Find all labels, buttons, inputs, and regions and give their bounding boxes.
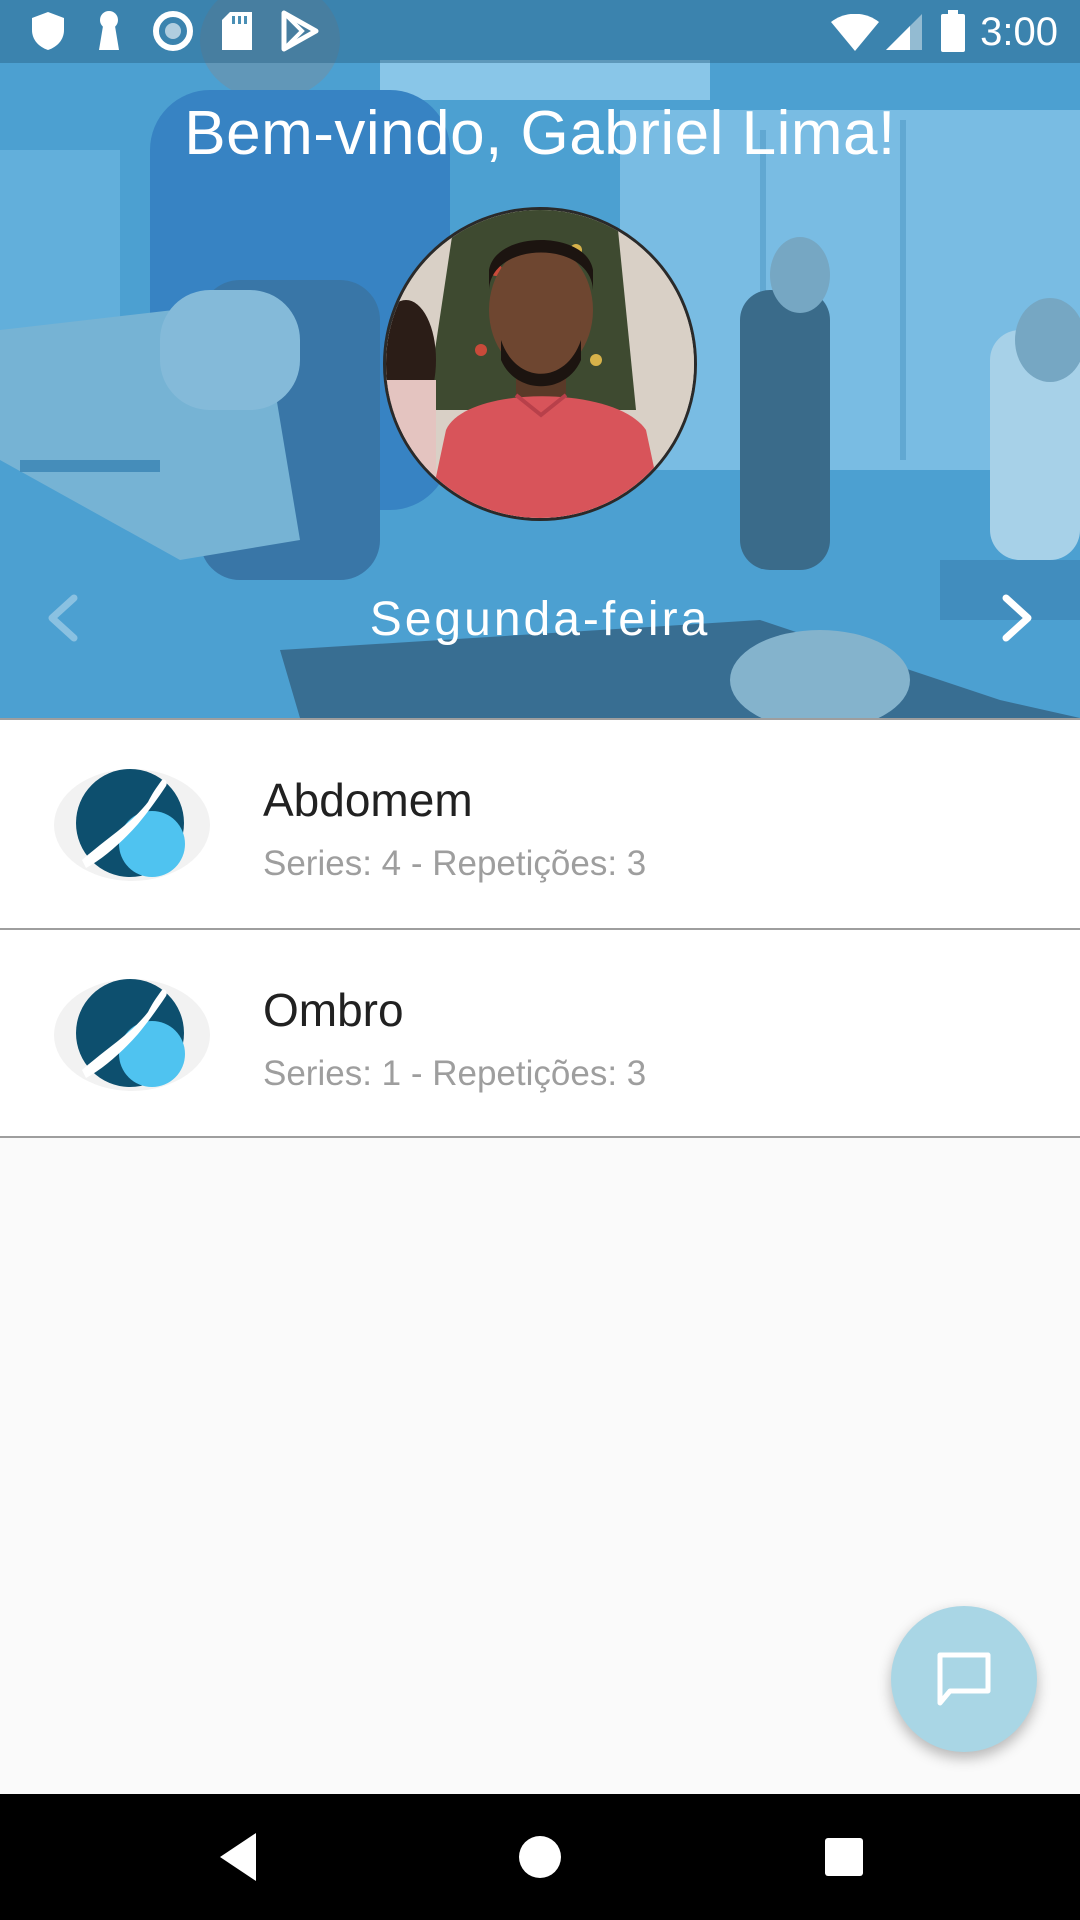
chat-fab-button[interactable]: [891, 1606, 1037, 1752]
exercise-title: Ombro: [263, 984, 404, 1036]
chevron-right-icon[interactable]: [986, 588, 1046, 648]
circle-icon: [153, 11, 193, 51]
keyhole-icon: [99, 11, 119, 50]
welcome-title: Bem-vindo, Gabriel Lima!: [184, 99, 896, 168]
sd-card-icon: [222, 12, 252, 50]
exercise-details: Series: 4 - Repetições: 3: [263, 844, 647, 883]
status-time: 3:00: [980, 10, 1058, 54]
status-bar: 3:00: [0, 0, 1080, 63]
exercise-logo-icon: [54, 979, 210, 1091]
avatar[interactable]: [383, 207, 697, 521]
profile-photo: [386, 210, 694, 518]
day-label: Segunda-feira: [369, 593, 711, 646]
recents-icon[interactable]: [824, 1827, 864, 1887]
signal-icon: [886, 14, 922, 50]
exercise-logo-icon: [54, 769, 210, 881]
exercise-title: Abdomem: [263, 774, 473, 826]
system-navigation-bar: [0, 1794, 1080, 1920]
back-icon[interactable]: [214, 1827, 260, 1887]
exercise-details: Series: 1 - Repetições: 3: [263, 1054, 647, 1093]
header-banner: 3:00 Bem-vindo, Gabriel Lima! Segunda-fe…: [0, 0, 1080, 718]
list-item[interactable]: Abdomem Series: 4 - Repetições: 3: [0, 718, 1080, 928]
home-icon[interactable]: [518, 1827, 562, 1887]
battery-icon: [941, 10, 965, 52]
shield-icon: [32, 12, 64, 50]
play-store-icon: [281, 10, 319, 52]
exercise-list: Abdomem Series: 4 - Repetições: 3 Ombro …: [0, 718, 1080, 1138]
chat-icon: [937, 1652, 991, 1706]
wifi-icon: [831, 14, 879, 51]
list-item[interactable]: Ombro Series: 1 - Repetições: 3: [0, 928, 1080, 1138]
